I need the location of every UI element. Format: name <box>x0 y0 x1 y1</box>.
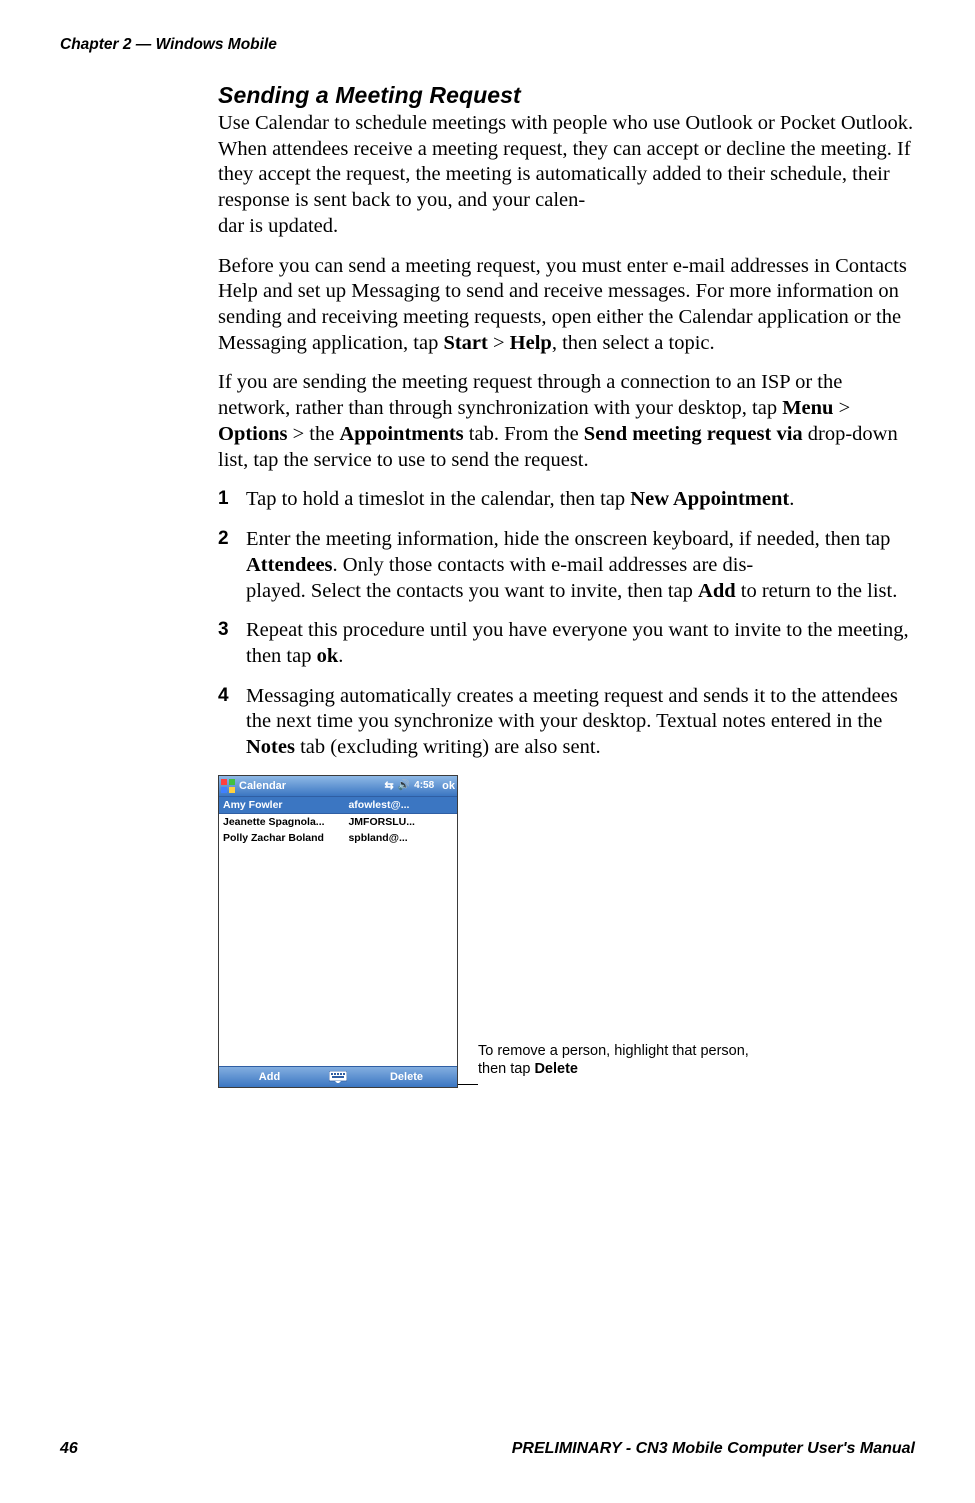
contact-list-empty-area <box>219 846 457 1066</box>
selected-email: afowlest@... <box>348 799 453 811</box>
softkey-add[interactable]: Add <box>219 1071 320 1083</box>
s2d: played. Select the contacts you want to … <box>246 580 698 602</box>
step-3: Repeat this procedure until you have eve… <box>218 618 918 669</box>
s1a: Tap to hold a timeslot in the calendar, … <box>246 488 630 510</box>
para-3mid: tab. From the <box>464 423 584 445</box>
para-3: If you are sending the meeting request t… <box>218 370 918 473</box>
para-3a: If you are sending the meeting request t… <box>218 371 842 419</box>
attendees-bold: Attendees <box>246 554 333 576</box>
s3c: . <box>338 645 343 667</box>
callout-text: To remove a person, highlight that perso… <box>478 1042 788 1078</box>
titlebar: Calendar 4:58 ok <box>219 776 457 797</box>
s3a: Repeat this procedure until you have eve… <box>246 619 909 667</box>
contact-email: JMFORSLU... <box>348 816 453 828</box>
step-1: Tap to hold a timeslot in the calendar, … <box>218 487 918 513</box>
selected-name: Amy Fowler <box>223 799 348 811</box>
hyphen: - <box>578 189 585 211</box>
contact-email: spbland@... <box>348 832 453 844</box>
softkey-bar: Add Delete <box>219 1066 457 1087</box>
connectivity-icon <box>384 779 393 792</box>
hyphen2: - <box>746 554 753 576</box>
delete-bold: Delete <box>534 1061 578 1077</box>
step-2: Enter the meeting information, hide the … <box>218 527 918 604</box>
content-area: Sending a Meeting Request Use Calendar t… <box>218 82 918 1088</box>
speaker-icon <box>398 780 410 791</box>
callout-leader-line <box>458 1084 478 1086</box>
para-1b: dar is updated. <box>218 215 338 237</box>
page-number: 46 <box>60 1440 78 1458</box>
softkey-delete[interactable]: Delete <box>356 1071 457 1083</box>
s1c: . <box>789 488 794 510</box>
start-bold: Start <box>438 332 488 354</box>
ok-button[interactable]: ok <box>442 780 455 792</box>
s2c: . Only those contacts with e-mail addres… <box>333 554 747 576</box>
callout-line2a: then tap <box>478 1061 534 1077</box>
new-appointment-bold: New Appointment <box>630 488 789 510</box>
contact-row[interactable]: Jeanette Spagnola... JMFORSLU... <box>219 814 457 830</box>
ok-bold: ok <box>317 645 339 667</box>
gt3b: > the <box>288 423 340 445</box>
windows-flag-icon <box>221 779 235 793</box>
s2a: Enter the meeting information, hide the … <box>246 528 890 550</box>
footer: 46 PRELIMINARY - CN3 Mobile Computer Use… <box>60 1440 915 1458</box>
steps-list: Tap to hold a timeslot in the calendar, … <box>218 487 918 760</box>
gt3a: > <box>833 397 850 419</box>
callout-line1: To remove a person, highlight that perso… <box>478 1043 749 1059</box>
help-bold: Help <box>510 332 552 354</box>
contact-row[interactable]: Polly Zachar Boland spbland@... <box>219 830 457 846</box>
para-1a: Use Calendar to schedule meetings with p… <box>218 112 913 211</box>
footer-right: PRELIMINARY - CN3 Mobile Computer User's… <box>512 1440 915 1458</box>
add-bold: Add <box>698 580 736 602</box>
device-screenshot: Calendar 4:58 ok Amy Fowler afowlest@...… <box>218 775 458 1088</box>
status-icons: 4:58 ok <box>384 779 455 792</box>
options-bold: Options <box>218 423 288 445</box>
step-4: Messaging automatically creates a meetin… <box>218 684 918 761</box>
running-head: Chapter 2 — Windows Mobile <box>60 36 915 54</box>
contact-name: Jeanette Spagnola... <box>223 816 348 828</box>
screenshot-figure: Calendar 4:58 ok Amy Fowler afowlest@...… <box>218 775 918 1088</box>
send-bold: Send meeting request via <box>584 423 803 445</box>
gt1: > <box>488 332 510 354</box>
s4c: tab (excluding writing) are also sent. <box>295 736 601 758</box>
s2f: to return to the list. <box>736 580 898 602</box>
keyboard-icon[interactable] <box>320 1071 356 1083</box>
para-1: Use Calendar to schedule meetings with p… <box>218 111 918 240</box>
app-title: Calendar <box>239 780 384 792</box>
section-title: Sending a Meeting Request <box>218 82 918 109</box>
clock-time: 4:58 <box>414 780 434 791</box>
notes-bold: Notes <box>246 736 295 758</box>
s4a: Messaging automatically creates a meetin… <box>246 685 898 733</box>
para-2end: , then select a topic. <box>552 332 715 354</box>
menu-bold: Menu <box>782 397 833 419</box>
appointments-bold: Appointments <box>339 423 463 445</box>
contact-name: Polly Zachar Boland <box>223 832 348 844</box>
selected-contact-row[interactable]: Amy Fowler afowlest@... <box>219 797 457 814</box>
para-2: Before you can send a meeting request, y… <box>218 254 918 357</box>
